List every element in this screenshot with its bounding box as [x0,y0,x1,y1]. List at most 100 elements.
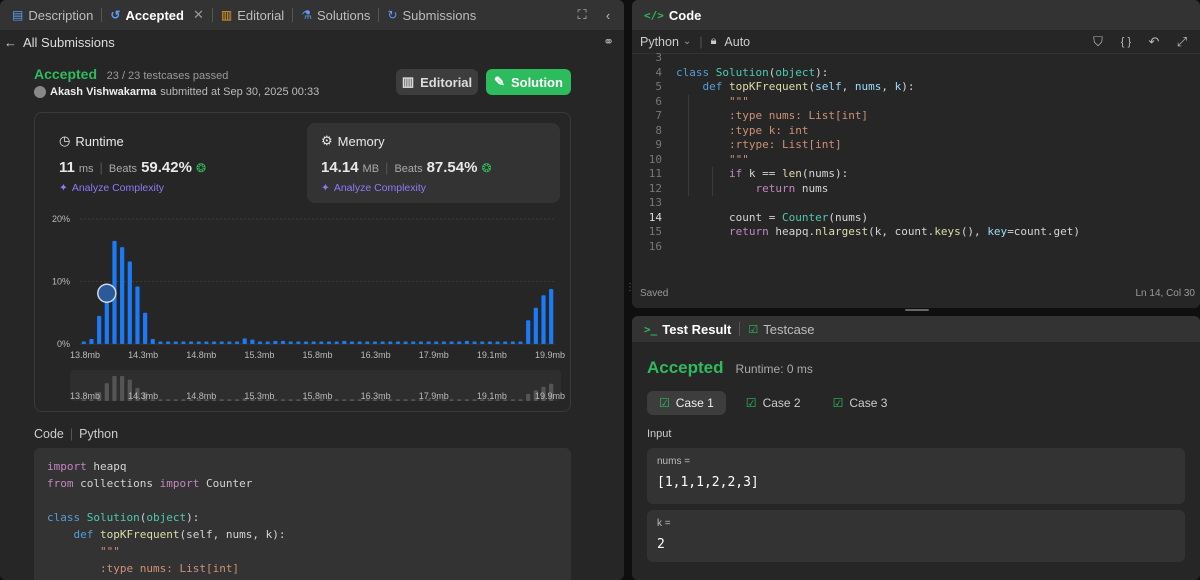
histogram-bar [319,341,324,344]
line-number: 16 [648,239,662,253]
histogram-bar [434,341,439,344]
histogram-bar [250,339,255,344]
histogram-bar [441,341,447,344]
x-tick-label: 14.8mb [186,350,216,360]
reset-icon[interactable]: ↶ [1144,34,1164,50]
param-name: k = [657,518,671,529]
histogram-bar [365,341,370,344]
histogram-bar [388,341,393,344]
overview-bar [342,399,347,401]
histogram-bar [265,341,270,344]
overview-bar [288,399,293,401]
case-tab-1[interactable]: ☑ Case 1 [647,391,726,415]
solution-button[interactable]: ✎ Solution [486,69,571,95]
overview-bar [334,399,339,401]
language-select[interactable]: Python ⌄ [640,35,691,49]
code-line: from collections import Counter [47,477,253,490]
arrow-left-icon[interactable]: ← [4,35,17,50]
histogram-bar [503,341,508,344]
horizontal-resize-handle[interactable] [905,309,929,311]
overview-bar [280,399,286,401]
tab-divider [739,322,741,336]
histogram-bar [165,341,171,344]
tab-divider [378,8,380,22]
histogram-bar [395,341,401,344]
overview-tick-label: 14.8mb [186,391,216,401]
vertical-resize-handle[interactable]: ⋮ [625,282,635,296]
input-param-k: k = 2 [647,510,1185,562]
histogram-bar [127,261,132,344]
overview-bar [518,399,523,401]
histogram-bar [196,341,201,344]
histogram-bar [487,341,492,344]
input-param-nums: nums = [1,1,1,2,2,3] [647,448,1185,504]
tab-description[interactable]: ▤ Description [6,0,99,30]
collapse-icon[interactable]: ‹ [598,8,618,23]
line-number: 8 [655,123,662,137]
tab-editorial[interactable]: ▥ Editorial [215,0,290,30]
code-editor[interactable]: 3 4 class Solution(object): 5 def topKFrequ… [632,51,1200,274]
histogram-bar [135,286,140,344]
overview-bar [349,399,355,401]
overview-tick-label: 17.9mb [419,391,449,401]
left-tab-bar: ▤ Description ↺ Accepted ✕ ▥ Editorial ⚗… [0,0,624,30]
histogram-bar [418,341,424,344]
close-icon[interactable]: ✕ [193,7,204,23]
editor-line: 8 :type k: int [632,124,808,139]
editor-line: 4 class Solution(object): [632,66,828,81]
tab-solutions[interactable]: ⚗ Solutions [295,0,376,30]
histogram-bar [204,341,209,344]
histogram-bar [518,341,523,344]
line-number: 7 [655,109,662,122]
memory-distribution-chart[interactable]: 20%10%0%13.8mb 14.3mb 14.8mb 15.3mb 15.8mb 16… [35,113,572,413]
editor-toolbar: Python ⌄ | 🔒︎ Auto ⛉ { } ↶ ⤢ [632,30,1200,54]
line-code: if k == len(nums): [728,167,849,180]
tab-code[interactable]: </> Code [638,0,707,30]
tab-test-result[interactable]: >_ Test Result [638,316,737,342]
histogram-bar [510,341,515,344]
line-code: :type k: int [728,123,809,137]
check-icon: ☑ [659,396,670,410]
editor-status-bar: Saved Ln 14, Col 30 [640,288,1195,299]
tab-accepted[interactable]: ↺ Accepted ✕ [104,0,210,30]
overview-bar [510,399,515,401]
overview-tick-label: 14.3mb [128,391,158,401]
link-icon[interactable]: ⚭ [603,34,614,50]
x-tick-label: 13.8mb [70,350,100,360]
mode-label[interactable]: Auto [724,35,750,49]
overview-bar [165,399,171,401]
line-number: 15 [648,225,662,238]
bookmark-icon[interactable]: ⛉ [1088,34,1108,50]
braces-icon[interactable]: { } [1116,36,1136,48]
histogram-bar [449,341,454,344]
status-block: Accepted 23 / 23 testcases passed [34,66,228,82]
editor-tab-bar: </> Code [632,0,1200,30]
code-editor-panel: </> Code Python ⌄ | 🔒︎ Auto ⛉ { } ↶ ⤢ 34… [632,0,1200,308]
maximize-icon[interactable]: ⛶ [572,7,592,23]
case-tab-2[interactable]: ☑ Case 2 [734,391,813,415]
case-tab-3[interactable]: ☑ Case 3 [821,391,900,415]
overview-tick-label: 15.3mb [244,391,274,401]
tab-testcase[interactable]: ☑ Testcase [742,316,820,342]
expand-icon[interactable]: ⤢ [1172,34,1192,50]
cursor-position: Ln 14, Col 30 [1135,288,1196,299]
histogram-bar [81,341,86,344]
all-submissions-link[interactable]: All Submissions [23,35,115,50]
editor-line: 14 count = Counter(nums) [632,211,868,226]
editorial-button[interactable]: ▥ Editorial [396,69,478,95]
histogram-bar [380,341,385,344]
username[interactable]: Akash Vishwakarma [50,86,156,98]
submission-panel: ▤ Description ↺ Accepted ✕ ▥ Editorial ⚗… [0,0,624,580]
line-code: """ [728,94,749,108]
tab-submissions[interactable]: ↻ Submissions [381,0,482,30]
histogram-bar [158,341,163,344]
avatar[interactable] [34,86,46,98]
histogram-bar [280,340,286,344]
code-header: Code | Python [34,427,118,441]
x-tick-label: 17.9mb [419,350,449,360]
histogram-bar [303,341,309,344]
histogram-bar [549,289,554,344]
histogram-bar [173,341,178,344]
histogram-bar [357,341,362,344]
histogram-bar [480,341,485,344]
